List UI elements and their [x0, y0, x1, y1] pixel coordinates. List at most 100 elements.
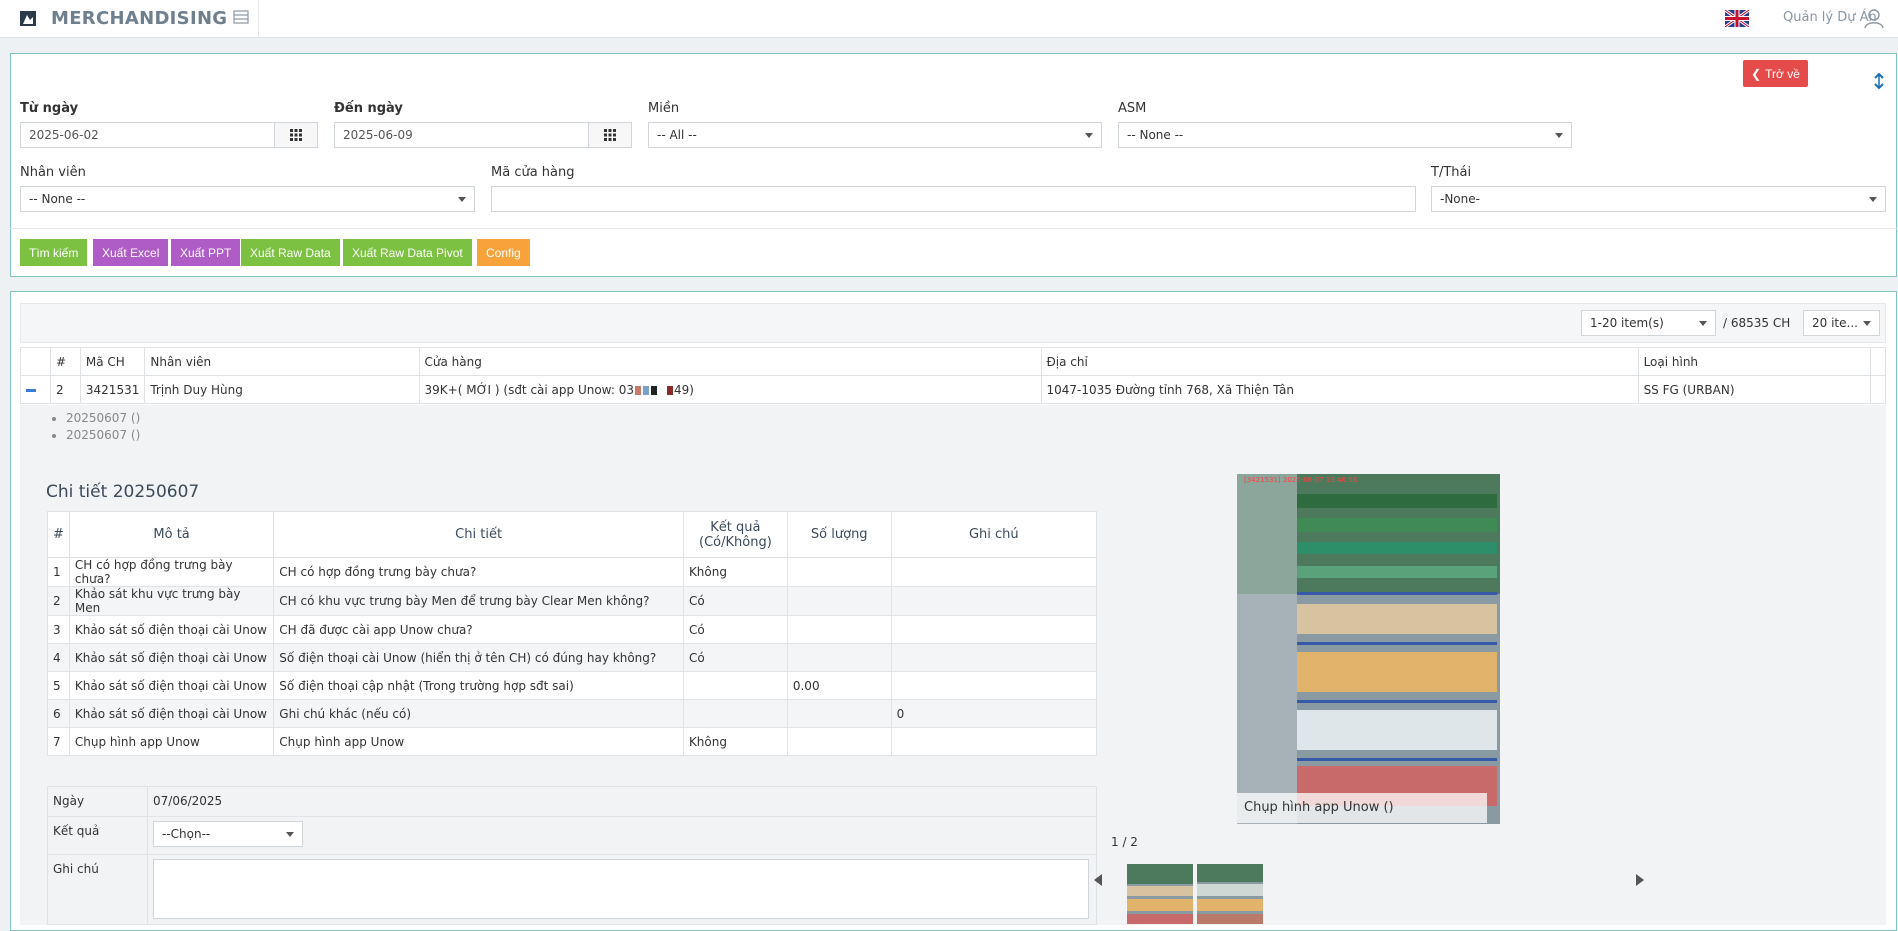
detail-row: 4 Khảo sát số điện thoại cài Unow Số điệ… [47, 643, 1098, 672]
detail-qty [786, 699, 892, 728]
photo-thumbnail[interactable] [1127, 864, 1193, 924]
region-label: Miền [648, 101, 680, 116]
prev-photo-icon[interactable] [1094, 874, 1102, 886]
note-textarea[interactable] [153, 859, 1089, 919]
detail-row: 6 Khảo sát số điện thoại cài Unow Ghi ch… [47, 699, 1098, 728]
calendar-grid-icon [290, 129, 302, 141]
detail-desc: Khảo sát số điện thoại cài Unow [68, 699, 275, 728]
from-date-calendar-button[interactable] [274, 122, 318, 148]
detail-result: Có [682, 615, 788, 644]
topbar-divider [258, 0, 259, 38]
back-arrow-icon: ❮ [1751, 66, 1762, 81]
detail-note [890, 557, 1098, 587]
detail-header-result: Kết quả (Có/Không) [682, 511, 788, 558]
table-header-store[interactable]: Cửa hàng [418, 347, 1042, 376]
row-store: 39K+( MỚI ) (sđt cài app Unow: 03 49) [418, 375, 1042, 404]
photo-caption: Chụp hình app Unow () [1237, 793, 1487, 823]
user-icon[interactable] [1863, 7, 1885, 29]
page-size-select[interactable]: 20 ite... [1803, 310, 1880, 336]
store-shelf-photo[interactable] [1237, 474, 1500, 824]
table-header-row: # Mã CH Nhân viên Cửa hàng Địa chỉ Loại … [20, 347, 1887, 376]
detail-note [890, 615, 1098, 644]
collapse-row-icon[interactable] [26, 388, 36, 392]
table-header-code[interactable]: Mã CH [79, 347, 146, 376]
region-select[interactable]: -- All -- [648, 122, 1102, 148]
chevron-down-icon [458, 197, 466, 202]
table-header-employee[interactable]: Nhân viên [144, 347, 420, 376]
form-result-label: Kết quả [47, 816, 148, 855]
detail-detail: Chụp hình app Unow [273, 727, 684, 756]
detail-qty [786, 557, 892, 587]
status-label: T/Thái [1431, 165, 1472, 180]
result-select-value: --Chọn-- [162, 827, 211, 841]
row-address: 1047-1035 Đường tỉnh 768, Xã Thiện Tân [1040, 375, 1639, 404]
table-header-expand [20, 347, 51, 376]
export-excel-button[interactable]: Xuất Excel [93, 239, 169, 266]
detail-result [682, 699, 788, 728]
detail-index: 4 [47, 643, 70, 672]
result-select[interactable]: --Chọn-- [153, 821, 303, 847]
row-expand-cell[interactable] [20, 375, 51, 404]
detail-note [890, 586, 1098, 616]
employee-label: Nhân viên [20, 165, 86, 180]
detail-detail: CH có khu vực trưng bày Men để trưng bày… [273, 586, 684, 616]
employee-select-value: -- None -- [29, 192, 86, 206]
to-date-input[interactable]: 2025-06-09 [334, 122, 589, 148]
detail-result: Có [682, 643, 788, 672]
from-date-input[interactable]: 2025-06-02 [20, 122, 275, 148]
visit-link[interactable]: 20250607 () [66, 411, 140, 428]
detail-title: Chi tiết 20250607 [46, 482, 200, 502]
row-employee: Trịnh Duy Hùng [144, 375, 420, 404]
detail-detail: Số điện thoại cập nhật (Trong trường hợp… [273, 671, 684, 700]
detail-row: 7 Chụp hình app Unow Chụp hình app Unow … [47, 727, 1098, 756]
export-raw-pivot-button[interactable]: Xuất Raw Data Pivot [343, 239, 472, 266]
item-range-value: 1-20 item(s) [1590, 316, 1664, 330]
photo-counter: 1 / 2 [1111, 835, 1138, 849]
search-button[interactable]: Tìm kiếm [20, 239, 88, 266]
photo-thumbnail[interactable] [1197, 864, 1263, 924]
table-header-type[interactable]: Loại hình [1637, 347, 1871, 376]
employee-select[interactable]: -- None -- [20, 186, 475, 212]
back-button[interactable]: ❮ Trở về [1743, 60, 1808, 87]
store-code-label: Mã cửa hàng [491, 165, 575, 180]
chevron-down-icon [1555, 133, 1563, 138]
store-code-input[interactable] [491, 186, 1416, 212]
config-button[interactable]: Config [477, 239, 530, 266]
total-count: / 68535 CH [1723, 316, 1791, 330]
table-row[interactable]: 2 3421531 Trịnh Duy Hùng 39K+( MỚI ) (sđ… [20, 375, 1887, 404]
detail-header-index: # [47, 511, 70, 558]
asm-select[interactable]: -- None -- [1118, 122, 1572, 148]
table-header-address[interactable]: Địa chỉ [1040, 347, 1639, 376]
to-date-calendar-button[interactable] [588, 122, 632, 148]
detail-qty: 0.00 [786, 671, 892, 700]
detail-note [890, 643, 1098, 672]
form-date-value: 07/06/2025 [147, 786, 1097, 817]
next-photo-icon[interactable] [1636, 874, 1644, 886]
stores-table: # Mã CH Nhân viên Cửa hàng Địa chỉ Loại … [20, 347, 1887, 404]
asm-label: ASM [1118, 101, 1147, 116]
collapse-icon[interactable] [1872, 72, 1886, 90]
review-form: Ngày 07/06/2025 Kết quả --Chọn-- Ghi chú [47, 786, 1097, 925]
uk-flag-icon[interactable] [1725, 10, 1749, 27]
menu-icon[interactable] [233, 10, 249, 24]
detail-header-detail: Chi tiết [273, 511, 684, 558]
form-row-note: Ghi chú [47, 854, 1097, 925]
top-bar: MERCHANDISING Quản lý Dự Án [0, 0, 1898, 38]
chevron-down-icon [1863, 321, 1871, 326]
detail-index: 3 [47, 615, 70, 644]
detail-result: Không [682, 727, 788, 756]
chevron-down-icon [286, 832, 294, 837]
item-range-select[interactable]: 1-20 item(s) [1581, 310, 1716, 336]
detail-desc: Chụp hình app Unow [68, 727, 275, 756]
detail-index: 5 [47, 671, 70, 700]
export-ppt-button[interactable]: Xuất PPT [171, 239, 241, 266]
redacted-block [666, 385, 673, 395]
status-select[interactable]: -None- [1431, 186, 1886, 212]
detail-table: # Mô tả Chi tiết Kết quả (Có/Không) Số l… [47, 511, 1098, 756]
detail-row: 1 CH có hợp đồng trưng bày chưa? CH có h… [47, 557, 1098, 587]
app-title: MERCHANDISING [51, 8, 228, 29]
redacted-block [634, 385, 641, 395]
detail-detail: CH có hợp đồng trưng bày chưa? [273, 557, 684, 587]
visit-link[interactable]: 20250607 () [66, 428, 140, 445]
export-raw-data-button[interactable]: Xuất Raw Data [241, 239, 340, 266]
